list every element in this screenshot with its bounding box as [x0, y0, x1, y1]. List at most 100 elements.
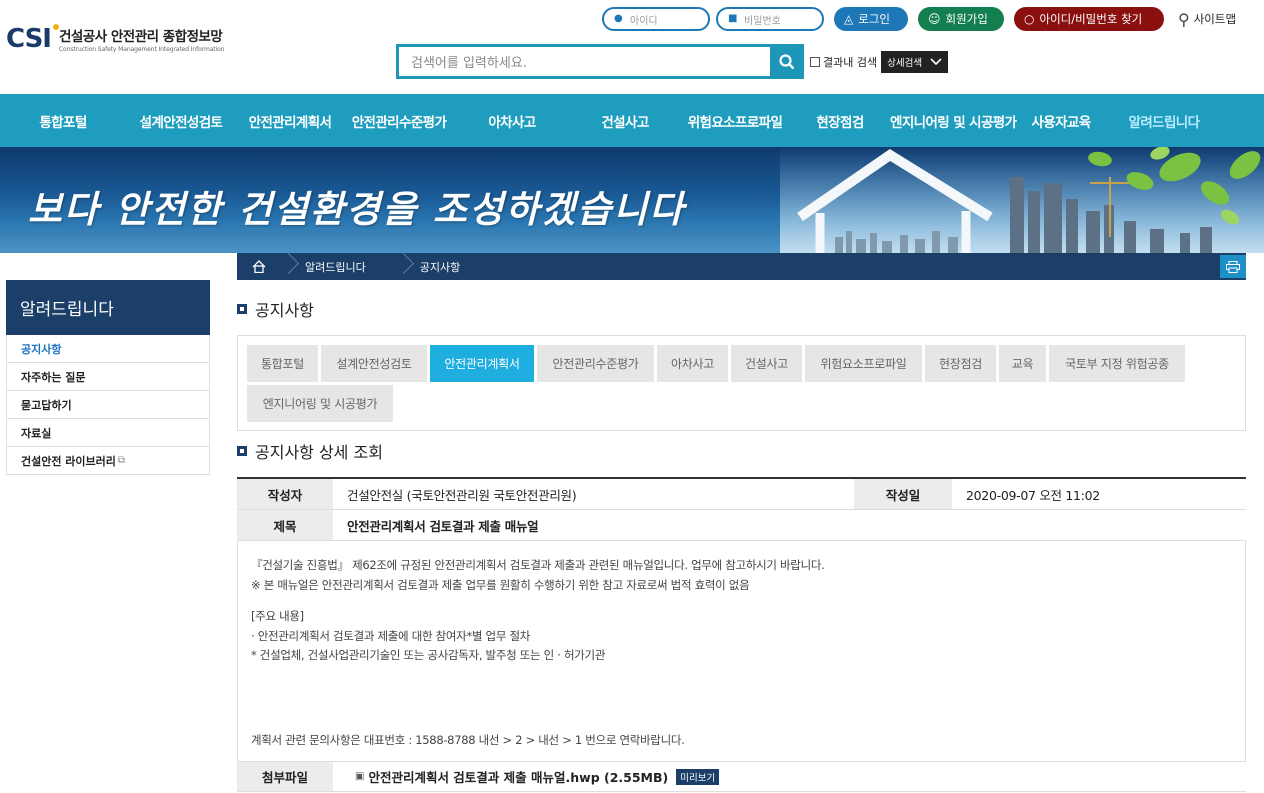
login-label: 로그인 [858, 12, 890, 26]
id-input[interactable]: ● 아이디 [602, 7, 710, 31]
login-button[interactable]: ◬ 로그인 [834, 7, 908, 31]
printer-icon [1226, 260, 1240, 273]
category-tab[interactable]: 국토부 지정 위험공종 [1049, 345, 1185, 382]
body-line: [주요 내용] [251, 609, 304, 623]
author-value: 건설안전실 (국토안전관리원 국토안전관리원) [347, 487, 577, 503]
gnb-item[interactable]: 알려드립니다 [1106, 111, 1222, 131]
side-nav-list: 공지사항자주하는 질문묻고답하기자료실건설안전 라이브러리 ⧉ [6, 335, 210, 475]
join-label: 회원가입 [945, 12, 988, 26]
category-tab[interactable]: 통합포털 [247, 345, 318, 382]
sitemap-link[interactable]: ⚲ 사이트맵 [1178, 10, 1236, 29]
category-tab[interactable]: 아차사고 [657, 345, 728, 382]
find-account-button[interactable]: ○ 아이디/비밀번호 찾기 [1014, 7, 1164, 31]
search-options: 결과내 검색 상세검색 [810, 50, 949, 73]
category-tab[interactable]: 설계안전성검토 [321, 345, 427, 382]
logo-mark: CSI [6, 24, 59, 54]
logo-title-en: Construction Safety Management Integrate… [58, 46, 225, 53]
side-nav-item-label: 자료실 [21, 426, 52, 440]
search-button[interactable] [770, 44, 804, 79]
advanced-search-button[interactable]: 상세검색 [881, 50, 949, 73]
notice-detail-table: 작성자 건설안전실 (국토안전관리원 국토안전관리원) 작성일 2020-09-… [237, 477, 1246, 792]
search-area: 검색어를 입력하세요. 결과내 검색 상세검색 [396, 44, 949, 79]
sitemap-icon: ⚲ [1178, 9, 1190, 29]
side-nav-item[interactable]: 건설안전 라이브러리 ⧉ [6, 447, 210, 475]
breadcrumb-level2[interactable]: 공지사항 [406, 259, 490, 275]
logo-mark-text: CSI [6, 24, 52, 54]
category-tab[interactable]: 현장점검 [925, 345, 996, 382]
category-tab[interactable]: 교육 [999, 345, 1046, 382]
utility-bar: ● 아이디 ■ 비밀번호 ◬ 로그인 ☺ 회원가입 ○ 아이디/비밀번호 찾기 … [602, 6, 1236, 32]
gnb-item[interactable]: 통합포털 [0, 111, 126, 131]
sitemap-label: 사이트맵 [1193, 12, 1237, 26]
side-nav-item-label: 자주하는 질문 [21, 370, 86, 384]
logo-text: 건설공사 안전관리 종합정보망 Construction Safety Mana… [58, 25, 225, 53]
password-input[interactable]: ■ 비밀번호 [716, 7, 824, 31]
gnb-item[interactable]: 엔지니어링 및 시공평가 [890, 111, 1017, 131]
search-input[interactable]: 검색어를 입력하세요. [396, 44, 770, 79]
notice-body: 『건설기술 진흥법』 제62조에 규정된 안전관리계획서 검토결과 제출과 관련… [237, 541, 1246, 762]
category-tabs: 통합포털 설계안전성검토 안전관리계획서 안전관리수준평가 아차사고 건설사고 위험요소프로… [247, 345, 1237, 425]
gnb-item[interactable]: 아차사고 [454, 111, 570, 131]
side-nav-item[interactable]: 묻고답하기 [6, 391, 210, 419]
file-icon: ▣ [355, 771, 365, 782]
attachment-file: ▣ 안전관리계획서 검토결과 제출 매뉴얼.hwp (2.55MB) 미리보기 [333, 762, 720, 791]
detail-title: 공지사항 상세 조회 [255, 443, 383, 462]
external-link-icon: ⧉ [117, 455, 126, 466]
print-button[interactable] [1220, 255, 1246, 278]
person-icon: ☺ [928, 12, 941, 26]
body-line: * 건설업체, 건설사업관리기술인 또는 공사감독자, 발주청 또는 인 · 허… [251, 648, 606, 662]
category-tab[interactable]: 안전관리계획서 [430, 345, 534, 382]
site-logo[interactable]: CSI 건설공사 안전관리 종합정보망 Construction Safety … [6, 24, 224, 54]
home-icon[interactable] [237, 253, 281, 280]
join-button[interactable]: ☺ 회원가입 [918, 7, 1004, 31]
bullet-square-icon [237, 304, 247, 314]
gnb-item[interactable]: 안전관리수준평가 [344, 111, 454, 131]
side-nav-item[interactable]: 공지사항 [6, 335, 210, 363]
gnb-item[interactable]: 사용자교육 [1016, 111, 1106, 131]
magnifier-icon: ○ [1024, 12, 1035, 26]
search-within-label: 결과내 검색 [823, 55, 878, 69]
unlock-icon: ◬ [844, 12, 854, 26]
gnb-item[interactable]: 건설사고 [570, 111, 680, 131]
category-tab[interactable]: 건설사고 [731, 345, 802, 382]
main-navigation: 통합포털 설계안전성검토 안전관리계획서 안전관리수준평가 아차사고 건설사고 위험요소프로… [0, 94, 1264, 147]
side-navigation: 알려드립니다 공지사항자주하는 질문묻고답하기자료실건설안전 라이브러리 ⧉ [6, 280, 210, 475]
detail-row-author: 작성자 건설안전실 (국토안전관리원 국토안전관리원) 작성일 2020-09-… [237, 479, 1246, 510]
breadcrumb-separator [281, 253, 291, 280]
breadcrumb-level1[interactable]: 알려드립니다 [291, 259, 396, 275]
side-nav-item-label: 공지사항 [21, 342, 62, 356]
hero-banner: 보다 안전한 건설환경을 조성하겠습니다 [0, 147, 1264, 253]
section-heading: 공지사항 [237, 297, 314, 321]
breadcrumb: 알려드립니다 공지사항 [237, 253, 1246, 280]
search-within-checkbox[interactable] [810, 56, 820, 67]
date-value: 2020-09-07 오전 11:02 [966, 487, 1100, 503]
side-nav-title: 알려드립니다 [6, 280, 210, 335]
user-icon: ● [614, 13, 623, 24]
date-label: 작성일 [854, 479, 952, 509]
category-tab[interactable]: 안전관리수준평가 [537, 345, 654, 382]
gnb-item[interactable]: 위험요소프로파일 [680, 111, 790, 131]
search-icon [779, 53, 795, 69]
logo-dot [53, 24, 59, 30]
side-nav-item[interactable]: 자료실 [6, 419, 210, 447]
preview-button[interactable]: 미리보기 [676, 768, 720, 785]
subject-label: 제목 [237, 510, 333, 540]
contact-note: 계획서 관련 문의사항은 대표번호 : 1588-8788 내선 > 2 > 내… [251, 733, 685, 747]
category-tab-panel: 통합포털 설계안전성검토 안전관리계획서 안전관리수준평가 아차사고 건설사고 위험요소프로… [237, 335, 1246, 431]
attachment-label: 첨부파일 [237, 762, 333, 791]
find-account-label: 아이디/비밀번호 찾기 [1039, 12, 1143, 26]
gnb-item[interactable]: 설계안전성검토 [126, 111, 236, 131]
side-nav-item[interactable]: 자주하는 질문 [6, 363, 210, 391]
section-title: 공지사항 [255, 301, 314, 320]
body-line: ※ 본 매뉴얼은 안전관리계획서 검토결과 제출 업무를 원활히 수행하기 위한… [251, 577, 750, 592]
gnb-item[interactable]: 현장점검 [790, 111, 890, 131]
side-nav-item-label: 묻고답하기 [21, 398, 72, 412]
password-placeholder: 비밀번호 [744, 15, 781, 27]
category-tab[interactable]: 위험요소프로파일 [805, 345, 922, 382]
gnb-item[interactable]: 안전관리계획서 [236, 111, 344, 131]
body-line: · 안전관리계획서 검토결과 제출에 대한 참여자*별 업무 절차 [251, 628, 531, 643]
id-placeholder: 아이디 [630, 15, 658, 27]
lock-icon: ■ [728, 13, 738, 24]
attachment-link[interactable]: 안전관리계획서 검토결과 제출 매뉴얼.hwp (2.55MB) [368, 767, 668, 786]
category-tab[interactable]: 엔지니어링 및 시공평가 [247, 385, 393, 422]
